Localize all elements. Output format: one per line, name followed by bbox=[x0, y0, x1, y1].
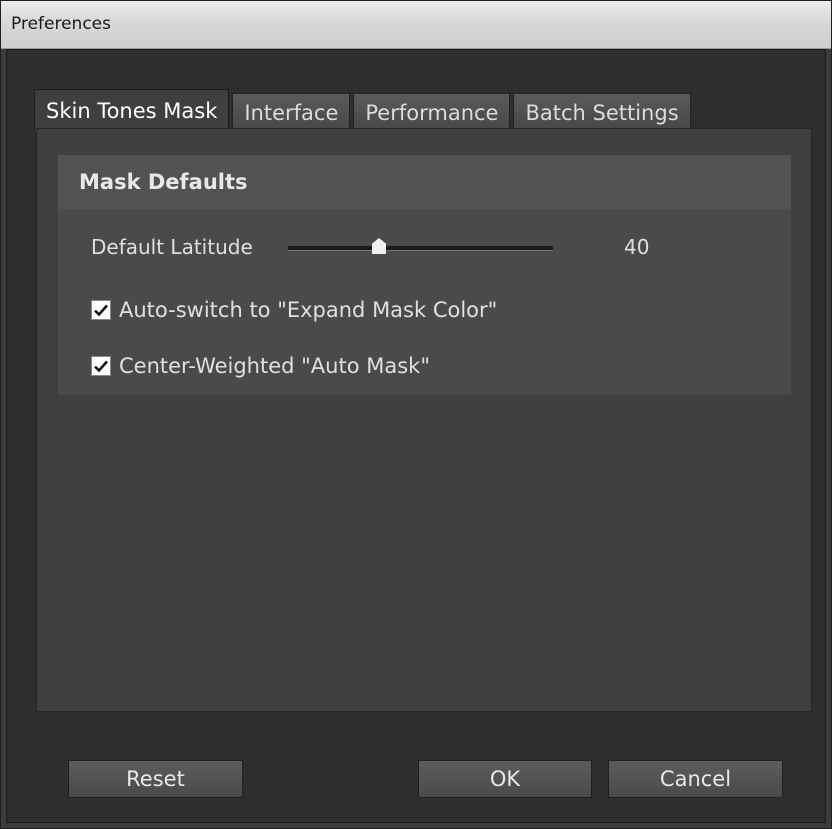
auto-switch-label: Auto-switch to "Expand Mask Color" bbox=[119, 298, 498, 322]
tab-content-panel: Mask Defaults Default Latitude 40 Auto-s… bbox=[36, 128, 812, 712]
ok-button[interactable]: OK bbox=[418, 760, 592, 798]
window-title: Preferences bbox=[11, 14, 111, 34]
center-weighted-auto-mask-option[interactable]: Center-Weighted "Auto Mask" bbox=[91, 351, 430, 381]
default-latitude-value: 40 bbox=[624, 235, 650, 259]
center-weighted-label: Center-Weighted "Auto Mask" bbox=[119, 354, 430, 378]
mask-defaults-group: Mask Defaults Default Latitude 40 Auto-s… bbox=[58, 155, 791, 395]
checkmark-icon bbox=[94, 304, 108, 317]
mask-defaults-header: Mask Defaults bbox=[58, 155, 791, 209]
tab-batch-settings[interactable]: Batch Settings bbox=[513, 93, 691, 131]
slider-thumb[interactable] bbox=[372, 238, 386, 254]
tab-performance[interactable]: Performance bbox=[353, 93, 511, 131]
auto-switch-expand-mask-color-option[interactable]: Auto-switch to "Expand Mask Color" bbox=[91, 295, 497, 325]
default-latitude-slider[interactable] bbox=[288, 233, 553, 263]
reset-button[interactable]: Reset bbox=[68, 760, 243, 798]
center-weighted-checkbox[interactable] bbox=[91, 356, 111, 376]
cancel-button[interactable]: Cancel bbox=[608, 760, 783, 798]
mask-defaults-title: Mask Defaults bbox=[79, 170, 248, 194]
tab-interface[interactable]: Interface bbox=[232, 93, 351, 131]
tab-skin-tones-mask[interactable]: Skin Tones Mask bbox=[34, 89, 230, 131]
checkmark-icon bbox=[94, 360, 108, 373]
tab-bar: Skin Tones Mask Interface Performance Ba… bbox=[34, 89, 694, 131]
default-latitude-row: Default Latitude 40 bbox=[91, 233, 771, 263]
title-bar[interactable]: Preferences bbox=[1, 1, 831, 49]
slider-track[interactable] bbox=[288, 246, 553, 251]
default-latitude-label: Default Latitude bbox=[91, 235, 253, 259]
auto-switch-checkbox[interactable] bbox=[91, 300, 111, 320]
